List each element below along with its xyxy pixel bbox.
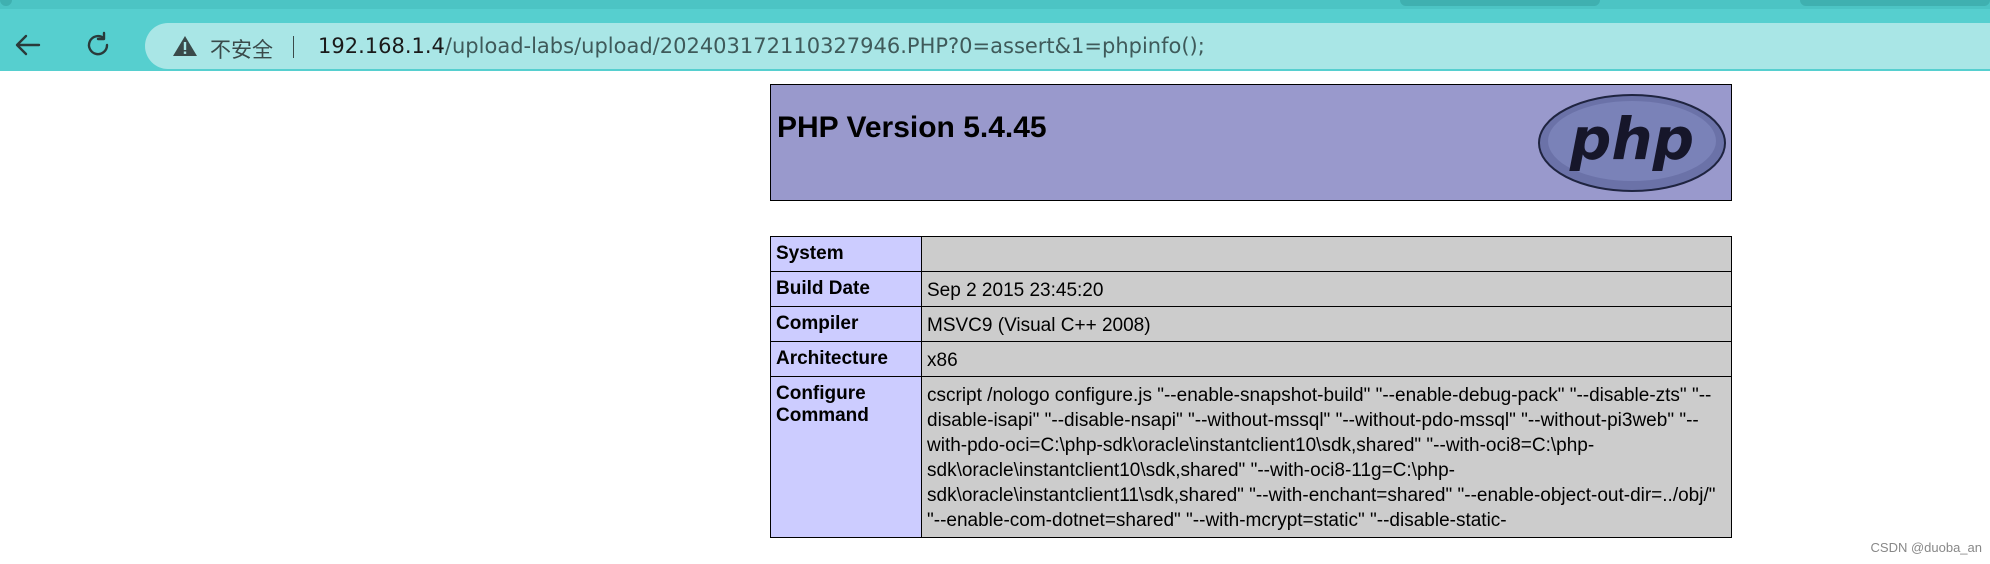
row-key: Compiler	[770, 306, 922, 342]
row-key: Architecture	[770, 341, 922, 377]
reload-button[interactable]	[78, 25, 118, 65]
tab-fragment[interactable]	[1800, 0, 1990, 6]
row-value: x86	[921, 341, 1732, 377]
warning-triangle-icon[interactable]	[172, 35, 198, 57]
row-value: MSVC9 (Visual C++ 2008)	[921, 306, 1732, 342]
url-text[interactable]: 192.168.1.4/upload-labs/upload/202403172…	[318, 34, 1205, 58]
table-row: Build Date Sep 2 2015 23:45:20	[770, 271, 1732, 307]
row-key: Build Date	[770, 271, 922, 307]
omnibox-divider	[293, 36, 294, 58]
address-bar[interactable]: 不安全 192.168.1.4/upload-labs/upload/20240…	[145, 23, 1990, 69]
tab-strip	[0, 0, 1990, 9]
url-host: 192.168.1.4	[318, 34, 445, 58]
php-version-header: PHP Version 5.4.45 php	[770, 84, 1732, 201]
url-path: /upload-labs/upload/202403172110327946.P…	[444, 34, 1205, 58]
back-button[interactable]	[8, 25, 48, 65]
php-logo-text: php	[1569, 105, 1694, 173]
table-row: Configure Command cscript /nologo configu…	[770, 376, 1732, 538]
watermark: CSDN @duoba_an	[1870, 540, 1982, 555]
browser-toolbar: 不安全 192.168.1.4/upload-labs/upload/20240…	[0, 9, 1990, 71]
row-value: Sep 2 2015 23:45:20	[921, 271, 1732, 307]
table-row: System	[770, 236, 1732, 272]
row-value: cscript /nologo configure.js "--enable-s…	[921, 376, 1732, 538]
security-status-label[interactable]: 不安全	[210, 34, 273, 64]
php-info-table: System Build Date Sep 2 2015 23:45:20 Compi…	[770, 236, 1732, 538]
php-version-title: PHP Version 5.4.45	[777, 111, 1047, 144]
table-row: Architecture x86	[770, 341, 1732, 377]
back-arrow-icon	[15, 34, 41, 56]
php-logo[interactable]: php	[1537, 93, 1727, 193]
row-key: Configure Command	[770, 376, 922, 538]
table-row: Compiler MSVC9 (Visual C++ 2008)	[770, 306, 1732, 342]
tab-fragment[interactable]	[0, 0, 12, 6]
row-key: System	[770, 236, 922, 272]
reload-icon	[87, 31, 109, 56]
row-value	[921, 236, 1732, 272]
tab-fragment[interactable]	[1400, 0, 1600, 6]
